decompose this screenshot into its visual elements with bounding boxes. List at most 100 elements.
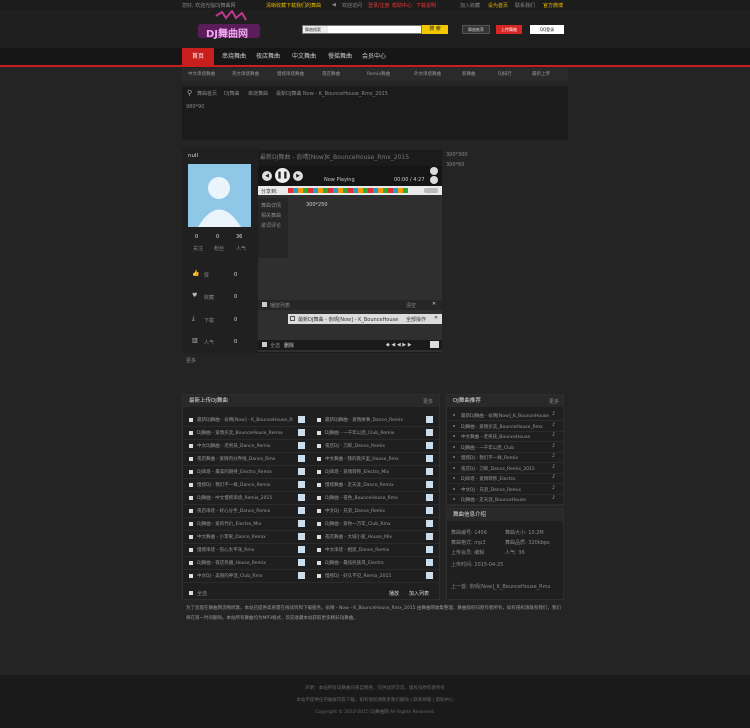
item-title[interactable]: DJ串烧 - 爱情转移_Electro xyxy=(461,476,555,482)
add-button[interactable] xyxy=(298,520,305,527)
list-item[interactable]: DJ串烧 - 最美的期待_Electro_Remix xyxy=(183,465,311,479)
item-title[interactable]: 慢摇DJ - 我们不一样_Dance_Remix xyxy=(197,482,293,488)
item-checkbox[interactable] xyxy=(317,444,321,448)
add-button[interactable] xyxy=(426,455,433,462)
item-checkbox[interactable] xyxy=(317,561,321,565)
item-title[interactable]: 中文DJ - 美丽的神话_Club_Rmx xyxy=(197,573,293,579)
playlist-select-all[interactable] xyxy=(262,302,267,307)
add-button[interactable] xyxy=(298,416,305,423)
item-title[interactable]: DJ舞曲 - 一千年以后_Club_Remix xyxy=(325,430,421,436)
page-select[interactable] xyxy=(430,341,439,348)
subnav-item[interactable]: 最新上传 xyxy=(532,71,550,77)
share-count-icon[interactable] xyxy=(424,188,438,193)
nav-member[interactable]: 会员中心 xyxy=(358,48,390,65)
play-icon[interactable]: ♪ xyxy=(552,432,559,439)
crumb-1[interactable]: 舞曲首页 xyxy=(197,90,217,97)
subnav-item[interactable]: DJ排行 xyxy=(498,71,512,77)
add-button[interactable] xyxy=(426,442,433,449)
play-selected-button[interactable]: 播放 xyxy=(389,590,399,597)
play-icon[interactable]: ♪ xyxy=(552,411,559,418)
close-icon[interactable]: ✕ xyxy=(432,301,436,307)
item-checkbox[interactable] xyxy=(317,509,321,513)
add-button[interactable] xyxy=(298,481,305,488)
info-prev-song[interactable]: 上一首: 俞晴[Now]_K_BounceHouse_Rmx xyxy=(451,583,561,590)
add-button[interactable] xyxy=(426,546,433,553)
item-checkbox[interactable] xyxy=(317,483,321,487)
clear-playlist-button[interactable]: 清空 xyxy=(406,302,416,309)
list-item[interactable]: 夜店串烧 - 好心分手_Dance_Remix xyxy=(183,504,311,518)
item-title[interactable]: DJ舞曲 - 最炫民族风_Electro xyxy=(325,560,421,566)
subnav-item[interactable]: 新舞曲 xyxy=(462,71,476,77)
qq-login-button[interactable]: QQ登录 xyxy=(530,25,564,34)
crumb-3[interactable]: 串烧舞曲 xyxy=(248,90,268,97)
playlist-item-op[interactable]: 全部操作 xyxy=(406,316,426,323)
list-item[interactable]: 慢摇DJ - 我们不一样_Dance_Remix xyxy=(183,478,311,492)
list-item[interactable]: 慢摇舞曲 - 走天涯_Dance_Remix xyxy=(311,478,439,492)
site-logo[interactable]: DJ舞曲网 xyxy=(196,9,262,42)
recommend-more-link[interactable]: 更多 xyxy=(549,398,559,405)
list-item[interactable]: 中文舞曲 - 小苹果_Dance_Remix xyxy=(183,530,311,544)
subnav-item[interactable]: 中文串烧舞曲 xyxy=(188,71,215,77)
footer-select-all[interactable]: 全选 xyxy=(270,342,280,349)
add-button[interactable] xyxy=(426,533,433,540)
list-item[interactable]: 夜店舞曲 - 大城小爱_House_Mix xyxy=(311,530,439,544)
action-fav[interactable]: ♥ 收藏 0 xyxy=(188,290,251,304)
list-item[interactable]: 最新DJ舞曲 - 爱情故事_Dance_Remix xyxy=(311,413,439,427)
delete-button[interactable]: 删除 xyxy=(284,342,294,349)
item-checkbox[interactable] xyxy=(189,548,193,552)
play-icon[interactable]: ♪ xyxy=(552,443,559,450)
item-title[interactable]: 中文DJ - 兄弟_Dance_Remix xyxy=(325,508,421,514)
list-item[interactable]: 夜店DJ - 刀郎_Dance_Remix xyxy=(311,439,439,453)
list-item[interactable]: 中文舞曲 - 我的歌声里_House_Rmx xyxy=(311,452,439,466)
list-item[interactable]: DJ舞曲 - 最炫民族风_Electro xyxy=(311,556,439,570)
add-button[interactable] xyxy=(298,468,305,475)
item-title[interactable]: 中文舞曲 - 老男孩_BounceHouse xyxy=(461,434,555,440)
item-checkbox[interactable] xyxy=(317,457,321,461)
add-button[interactable] xyxy=(426,520,433,527)
top-right-link-4[interactable]: 官方微博 xyxy=(543,2,563,9)
add-button[interactable] xyxy=(298,533,305,540)
item-checkbox[interactable] xyxy=(189,522,193,526)
item-title[interactable]: 夜店舞曲 - 大城小爱_House_Mix xyxy=(325,534,421,540)
item-checkbox[interactable] xyxy=(189,444,193,448)
add-button[interactable] xyxy=(426,559,433,566)
select-all-checkbox[interactable] xyxy=(189,591,193,595)
item-title[interactable]: 中文舞曲 - 我的歌声里_House_Rmx xyxy=(325,456,421,462)
add-button[interactable] xyxy=(426,481,433,488)
user-more-link[interactable]: 更多 xyxy=(186,357,196,364)
list-item[interactable]: 最新DJ舞曲 - 俞晴[Now] - K_BounceHouse_Rmx xyxy=(183,413,311,427)
panel-more-link[interactable]: 更多 xyxy=(423,398,433,405)
select-all-label[interactable]: 全选 xyxy=(197,590,207,597)
recommend-button[interactable]: 舞曲推荐 xyxy=(462,25,490,34)
loop-icon[interactable] xyxy=(430,176,438,184)
subnav-item[interactable]: 外文串烧舞曲 xyxy=(414,71,441,77)
item-checkbox[interactable] xyxy=(189,535,193,539)
item-checkbox[interactable] xyxy=(317,535,321,539)
item-title[interactable]: 慢摇串烧 - 伤心太平洋_Rmx xyxy=(197,547,293,553)
top-link-3[interactable]: 下载说明 xyxy=(416,2,436,9)
item-title[interactable]: DJ舞曲 - 爱情买卖_BounceHouse_Remix xyxy=(197,430,293,436)
item-title[interactable]: DJ舞曲 - 走天涯_BounceHouse xyxy=(461,497,555,503)
top-link-2[interactable]: 帮助中心 xyxy=(392,2,412,9)
add-button[interactable] xyxy=(426,507,433,514)
item-title[interactable]: DJ舞曲 - 夜店热播_House_Remix xyxy=(197,560,293,566)
item-title[interactable]: 中文舞曲 - 小苹果_Dance_Remix xyxy=(197,534,293,540)
item-title[interactable]: DJ串烧 - 爱情转移_Electro_Mix xyxy=(325,469,421,475)
tab-lyrics[interactable]: 歌词评论 xyxy=(261,222,281,229)
playlist-item-checkbox[interactable] xyxy=(290,316,295,321)
add-button[interactable] xyxy=(426,416,433,423)
add-button[interactable] xyxy=(426,429,433,436)
add-button[interactable] xyxy=(298,507,305,514)
pause-button[interactable]: ❚❚ xyxy=(275,168,290,183)
add-button[interactable] xyxy=(298,494,305,501)
play-icon[interactable]: ♪ xyxy=(552,453,559,460)
play-icon[interactable]: ♪ xyxy=(552,464,559,471)
remove-icon[interactable]: ✕ xyxy=(434,315,438,321)
add-button[interactable] xyxy=(426,468,433,475)
item-checkbox[interactable] xyxy=(189,431,193,435)
item-checkbox[interactable] xyxy=(317,496,321,500)
add-button[interactable] xyxy=(298,546,305,553)
item-title[interactable]: 中文DJ舞曲 - 老男孩_Dance_Remix xyxy=(197,443,293,449)
list-item[interactable]: DJ舞曲 - 一千年以后_Club_Remix xyxy=(311,426,439,440)
item-title[interactable]: 中文串烧 - 相思_Dance_Remix xyxy=(325,547,421,553)
